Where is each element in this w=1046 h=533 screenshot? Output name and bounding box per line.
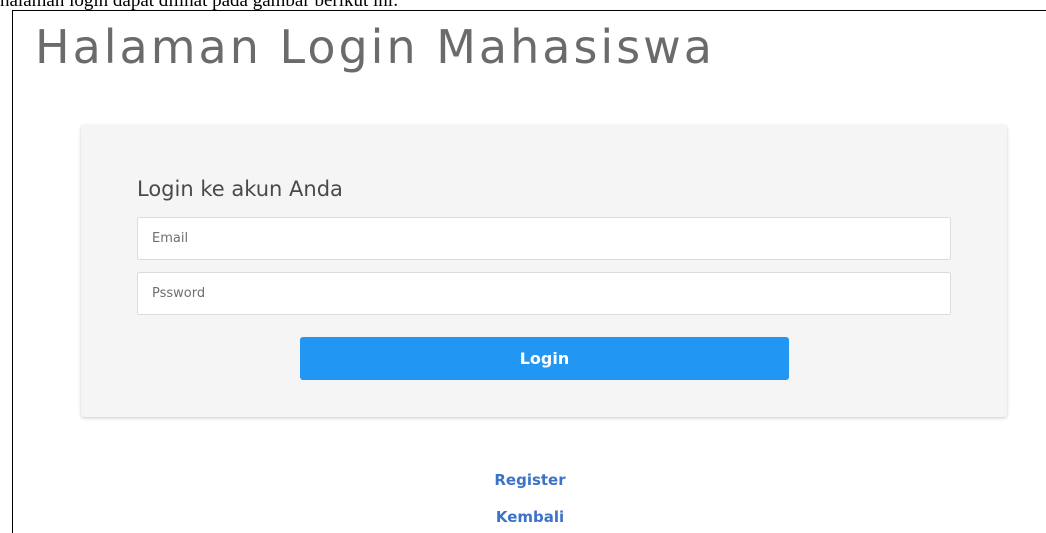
screenshot-frame: Halaman Login Mahasiswa Login ke akun An… — [12, 10, 1046, 533]
email-field[interactable] — [137, 217, 951, 260]
back-link[interactable]: Kembali — [13, 508, 1046, 526]
password-field[interactable] — [137, 272, 951, 315]
login-card: Login ke akun Anda Login — [81, 125, 1007, 417]
login-heading: Login ke akun Anda — [137, 177, 343, 201]
page-title: Halaman Login Mahasiswa — [35, 20, 715, 74]
login-button[interactable]: Login — [300, 337, 789, 380]
register-link[interactable]: Register — [13, 471, 1046, 489]
